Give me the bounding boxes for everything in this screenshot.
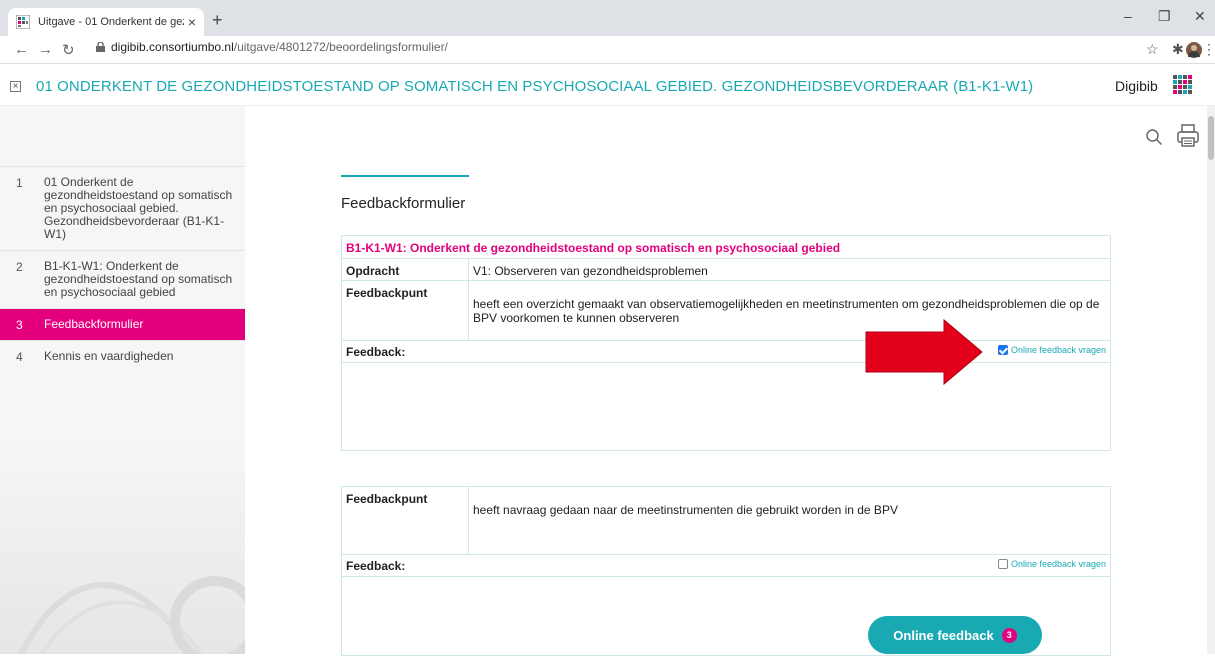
online-feedback-button[interactable]: Online feedback 3 [868, 616, 1042, 654]
app-header: × 01 ONDERKENT DE GEZONDHEIDSTOESTAND OP… [0, 66, 1215, 106]
opdracht-row: Opdracht V1: Observeren van gezondheidsp… [342, 259, 1110, 281]
red-arrow-annotation [865, 318, 983, 386]
book-title: 01 ONDERKENT DE GEZONDHEIDSTOESTAND OP S… [36, 78, 1034, 95]
checkbox-unchecked-icon[interactable] [997, 559, 1008, 569]
feedback-label-row-1: Feedback: Online feedback vragen [342, 341, 1110, 363]
restore-icon[interactable]: ❐ [1158, 8, 1171, 25]
column-divider [468, 281, 469, 340]
url-field[interactable]: digibib.consortiumbo.nl/uitgave/4801272/… [96, 40, 448, 54]
opdracht-label: Opdracht [346, 264, 400, 278]
table-of-contents: 1 01 Onderkent de gezondheidstoestand op… [0, 166, 245, 372]
toc-item-3[interactable]: 3 Feedbackformulier [0, 308, 245, 340]
search-icon[interactable] [1145, 128, 1163, 146]
digibib-logo-icon[interactable] [1172, 74, 1194, 96]
feedback-table-1: B1-K1-W1: Onderkent de gezondheidstoesta… [341, 235, 1111, 451]
close-book-icon[interactable]: × [10, 81, 21, 92]
online-feedback-checkbox-2[interactable]: Online feedback vragen [997, 559, 1106, 569]
feedbackpunt-label: Feedbackpunt [346, 492, 428, 506]
address-bar-row: ← → ↻ digibib.consortiumbo.nl/uitgave/48… [0, 36, 1215, 64]
toc-item-number: 3 [16, 318, 23, 332]
feedbackpunt-text-2: heeft navraag gedaan naar de meetinstrum… [473, 503, 898, 517]
new-tab-icon[interactable]: + [212, 10, 223, 31]
extensions-icon[interactable]: ✱ [1172, 41, 1184, 58]
toc-item-4[interactable]: 4 Kennis en vaardigheden [0, 340, 245, 372]
sidebar: 1 01 Onderkent de gezondheidstoestand op… [0, 106, 245, 654]
online-feedback-checkbox-1[interactable]: Online feedback vragen [997, 345, 1106, 355]
toc-item-label: B1-K1-W1: Onderkent de gezondheidstoesta… [44, 259, 233, 299]
print-icon[interactable] [1177, 124, 1199, 148]
toc-item-number: 2 [16, 260, 23, 274]
sidebar-decoration-image [0, 436, 245, 654]
online-feedback-checkbox-label: Online feedback vragen [1010, 559, 1106, 569]
lock-icon [96, 42, 105, 52]
opdracht-value: V1: Observeren van gezondheidsproblemen [473, 264, 708, 278]
browser-tab[interactable]: Uitgave - 01 Onderkent de gezor × [8, 8, 204, 36]
browser-tab-title: Uitgave - 01 Onderkent de gezor [38, 16, 184, 28]
toc-item-number: 4 [16, 350, 23, 364]
url-path: /uitgave/4801272/beoordelingsformulier/ [233, 40, 448, 54]
close-tab-icon[interactable]: × [188, 14, 196, 30]
page-title: Feedbackformulier [341, 195, 466, 212]
browser-tab-bar: Uitgave - 01 Onderkent de gezor × + – ❐ … [0, 0, 1215, 36]
feedbackpunt-text-1: heeft een overzicht gemaakt van observat… [473, 297, 1100, 325]
feedback-label: Feedback: [346, 345, 406, 359]
column-divider [468, 259, 469, 280]
url-host: digibib.consortiumbo.nl [111, 40, 234, 54]
page-scrollbar[interactable] [1207, 106, 1215, 654]
content-header: Feedbackformulier [341, 175, 1111, 212]
reload-icon[interactable]: ↻ [62, 41, 75, 59]
toc-item-number: 1 [16, 176, 23, 190]
toc-item-label: 01 Onderkent de gezondheidstoestand op s… [44, 175, 233, 241]
title-accent-rule [341, 175, 469, 177]
toc-item-1[interactable]: 1 01 Onderkent de gezondheidstoestand op… [0, 166, 245, 250]
feedbackpunt-row-2: Feedbackpunt heeft navraag gedaan naar d… [342, 487, 1110, 555]
profile-avatar-icon[interactable] [1186, 42, 1202, 58]
online-feedback-button-label: Online feedback [893, 627, 994, 643]
forward-icon[interactable]: → [38, 41, 53, 58]
online-feedback-checkbox-label: Online feedback vragen [1010, 345, 1106, 355]
back-icon[interactable]: ← [14, 41, 29, 58]
feedback-label: Feedback: [346, 559, 406, 573]
feedbackpunt-label: Feedbackpunt [346, 286, 428, 300]
online-feedback-count-badge: 3 [1001, 627, 1017, 643]
checkbox-checked-icon[interactable] [997, 345, 1008, 355]
feedbackpunt-row-1: Feedbackpunt heeft een overzicht gemaakt… [342, 281, 1110, 341]
toc-item-label: Kennis en vaardigheden [44, 349, 174, 363]
scrollbar-thumb[interactable] [1208, 116, 1214, 160]
close-window-icon[interactable]: ✕ [1194, 8, 1206, 25]
minimize-icon[interactable]: – [1124, 8, 1132, 24]
digibib-favicon-icon [16, 15, 30, 29]
section-heading-row: B1-K1-W1: Onderkent de gezondheidstoesta… [342, 236, 1110, 259]
toc-item-2[interactable]: 2 B1-K1-W1: Onderkent de gezondheidstoes… [0, 250, 245, 308]
feedback-textarea-1[interactable] [342, 363, 1110, 450]
brand-label[interactable]: Digibib [1115, 78, 1158, 94]
column-divider [468, 487, 469, 554]
toc-item-label: Feedbackformulier [44, 317, 144, 331]
menu-kebab-icon[interactable]: ⋮ [1202, 41, 1215, 58]
star-icon[interactable]: ☆ [1146, 41, 1159, 58]
feedback-label-row-2: Feedback: Online feedback vragen [342, 555, 1110, 577]
section-heading: B1-K1-W1: Onderkent de gezondheidstoesta… [346, 241, 841, 255]
